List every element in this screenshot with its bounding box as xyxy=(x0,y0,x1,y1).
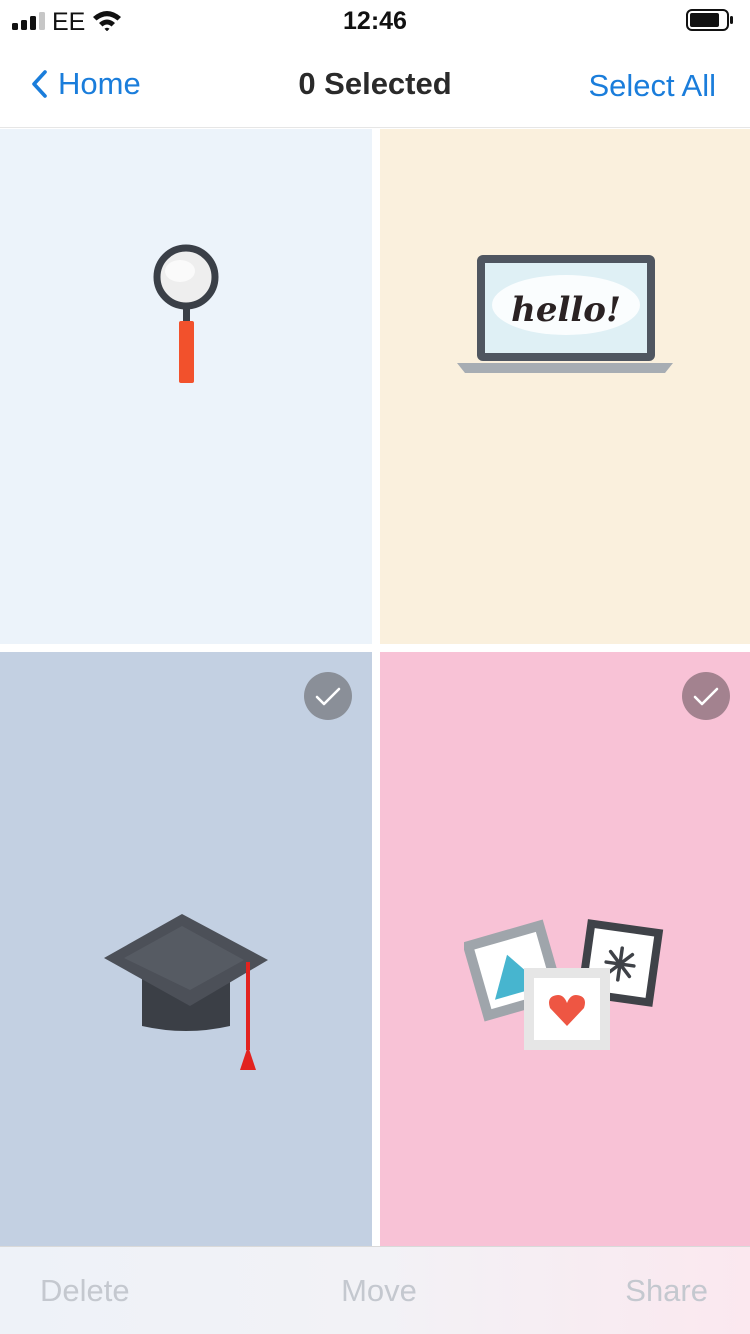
tile-photo-frames[interactable] xyxy=(380,652,750,1246)
tile-graduation-cap[interactable] xyxy=(0,652,372,1246)
bottom-toolbar: Delete Move Share xyxy=(0,1246,750,1334)
checkmark-icon[interactable] xyxy=(682,672,730,720)
navigation-bar: Home 0 Selected Select All xyxy=(0,40,750,128)
magnifier-icon xyxy=(153,244,219,383)
graduation-cap-icon xyxy=(104,914,268,1070)
status-time: 12:46 xyxy=(343,7,407,35)
back-button[interactable]: Home xyxy=(30,66,141,102)
battery-icon xyxy=(686,9,733,31)
status-bar: EE 12:46 xyxy=(0,0,750,40)
tile-magnifier[interactable] xyxy=(0,129,372,644)
back-label: Home xyxy=(58,66,141,101)
select-all-button[interactable]: Select All xyxy=(588,68,716,104)
tile-laptop[interactable]: hello! xyxy=(380,129,750,644)
chevron-left-icon xyxy=(32,70,47,98)
photo-frames-icon xyxy=(464,919,664,1050)
share-button[interactable]: Share xyxy=(625,1273,708,1309)
laptop-screen-text: hello! xyxy=(511,290,621,330)
laptop-icon: hello! xyxy=(457,255,673,373)
checkmark-icon[interactable] xyxy=(304,672,352,720)
